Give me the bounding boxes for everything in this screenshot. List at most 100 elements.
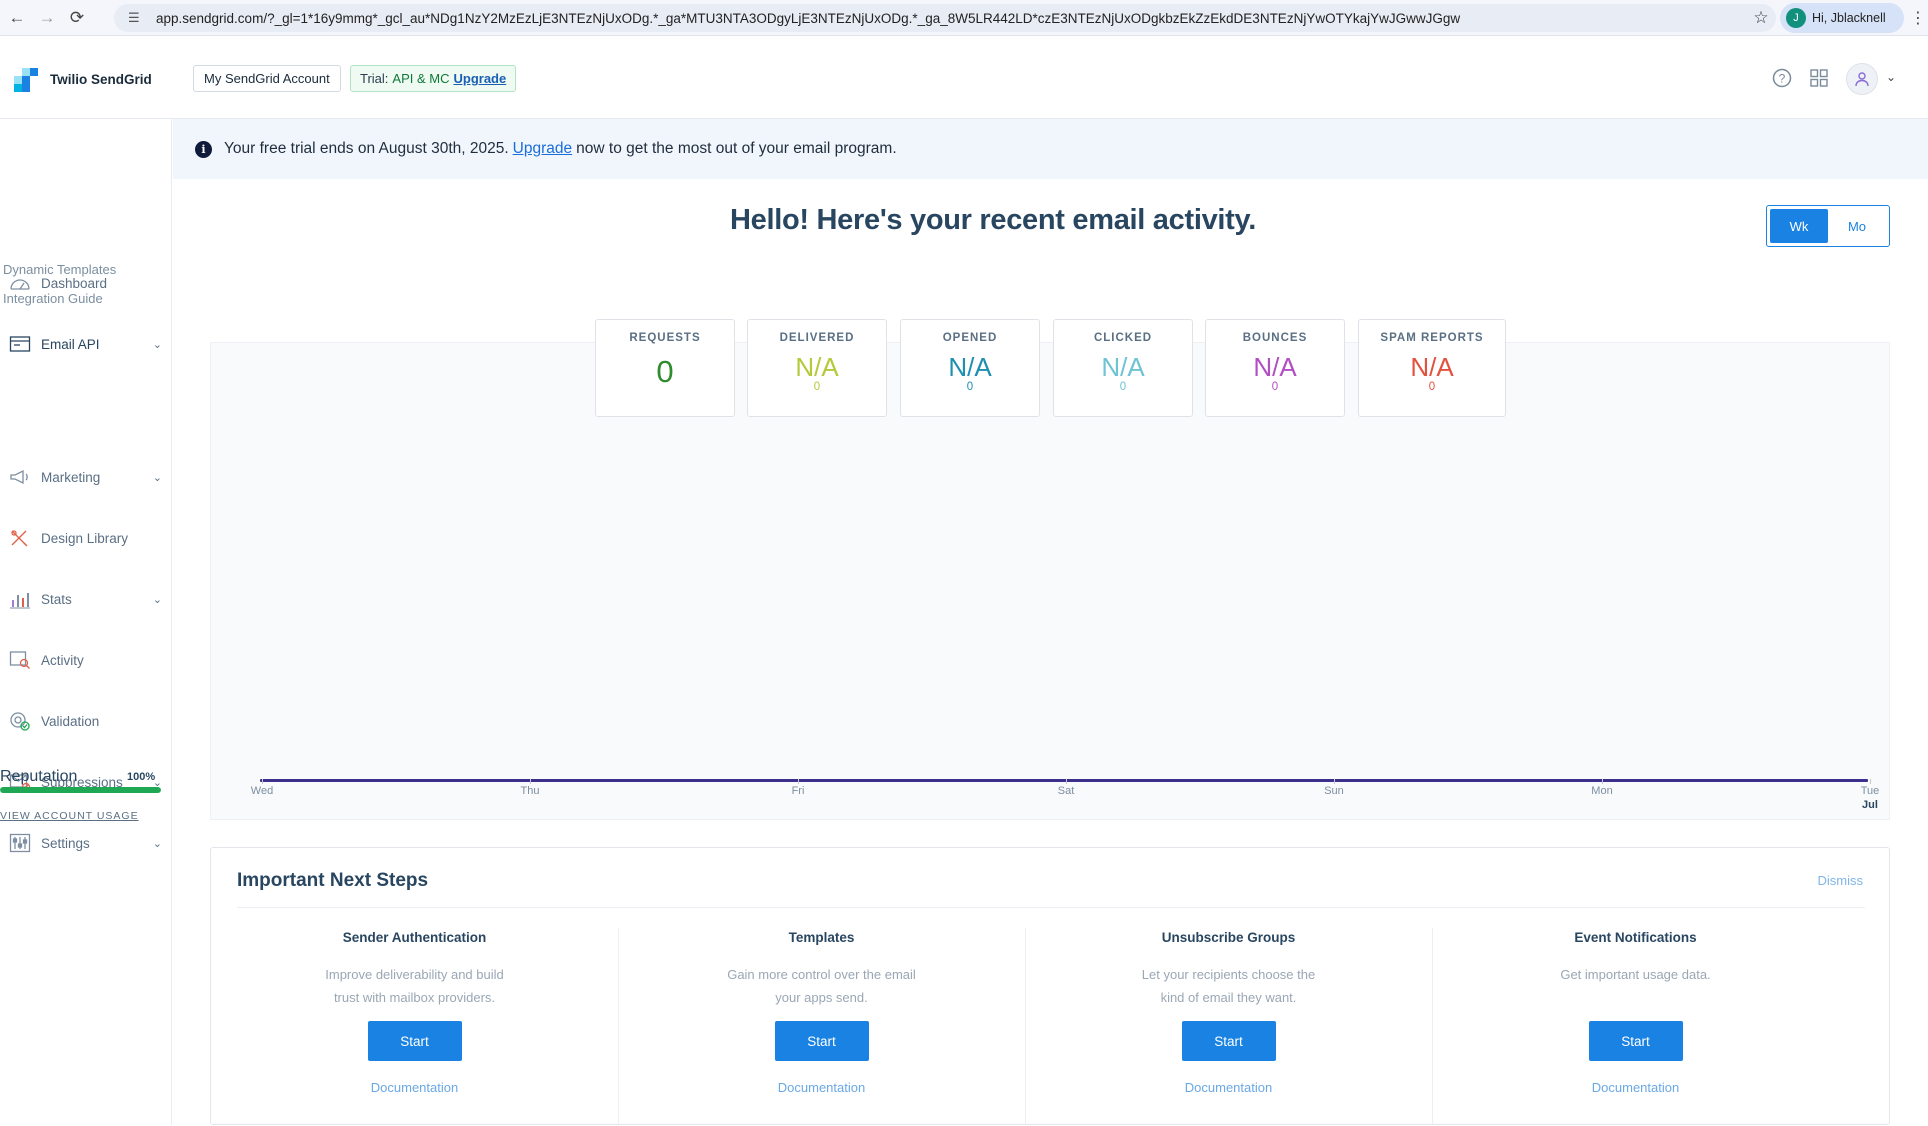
trial-banner: i Your free trial ends on August 30th, 2… — [173, 119, 1928, 179]
chevron-down-icon: ⌄ — [152, 338, 162, 351]
x-tick-label: Sun — [1324, 785, 1344, 797]
forward-arrow-icon[interactable]: → — [34, 5, 60, 31]
step-description: Let your recipients choose the kind of e… — [1141, 967, 1316, 1005]
x-tick-mark — [530, 779, 531, 784]
profile-label: Hi, Jblacknell — [1812, 11, 1886, 25]
settings-sliders-icon — [8, 833, 32, 853]
user-avatar-button[interactable] — [1846, 63, 1878, 95]
sidebar-item-label: Marketing — [41, 469, 101, 485]
app-grid-icon[interactable] — [1807, 66, 1831, 90]
step-title: Event Notifications — [1574, 930, 1697, 945]
sidebar-item-label: Email API — [41, 336, 100, 352]
metric-card-spam-reports[interactable]: SPAM REPORTS N/A 0 — [1358, 319, 1506, 417]
x-tick-label: Tue — [1860, 785, 1880, 797]
metric-value: N/A — [948, 352, 992, 382]
column-divider — [618, 928, 619, 1124]
metric-value: N/A — [1101, 352, 1145, 382]
reputation-bar-fill — [0, 787, 161, 793]
sidebar-subitem-integration-guide[interactable]: Integration Guide — [3, 291, 103, 306]
bookmark-star-icon[interactable]: ☆ — [1746, 8, 1776, 28]
metric-label: BOUNCES — [1242, 332, 1308, 344]
step-title: Templates — [788, 930, 855, 945]
sidebar-item-settings[interactable]: Settings ⌄ — [0, 823, 172, 863]
start-button[interactable]: Start — [367, 1021, 462, 1061]
address-bar[interactable]: ☰ app.sendgrid.com/?_gl=1*16y9mmg*_gcl_a… — [114, 4, 1776, 32]
metric-label: OPENED — [942, 332, 998, 344]
x-tick-mark — [1870, 779, 1871, 784]
sidebar-item-label: Stats — [41, 591, 72, 607]
sidebar-item-stats[interactable]: Stats ⌄ — [0, 579, 172, 619]
sidebar-item-validation[interactable]: Validation — [0, 701, 172, 741]
stats-chart-icon — [8, 589, 32, 609]
svg-text:?: ? — [1779, 72, 1786, 86]
dismiss-link[interactable]: Dismiss — [1818, 873, 1864, 888]
back-arrow-icon[interactable]: ← — [4, 5, 30, 31]
help-icon[interactable]: ? — [1770, 66, 1794, 90]
metric-card-opened[interactable]: OPENED N/A 0 — [900, 319, 1040, 417]
step-description: Get important usage data. — [1560, 967, 1711, 982]
url-text[interactable]: app.sendgrid.com/?_gl=1*16y9mmg*_gcl_au*… — [156, 11, 1746, 26]
megaphone-icon — [8, 467, 32, 487]
view-account-usage-link[interactable]: VIEW ACCOUNT USAGE — [0, 810, 139, 822]
toggle-week-button[interactable]: Wk — [1770, 209, 1828, 243]
metric-count: 0 — [1428, 381, 1436, 393]
sidebar-item-marketing[interactable]: Marketing ⌄ — [0, 457, 172, 497]
reload-icon[interactable]: ⟳ — [64, 5, 90, 31]
banner-upgrade-link[interactable]: Upgrade — [513, 140, 572, 158]
step-title: Unsubscribe Groups — [1161, 930, 1296, 945]
sidebar-item-label: Validation — [41, 713, 100, 729]
sidebar: Dashboard Email API ⌄ Dynamic Templates … — [0, 119, 172, 1125]
metric-value: N/A — [1410, 352, 1454, 382]
sidebar-subitem-dynamic-templates[interactable]: Dynamic Templates — [3, 262, 116, 277]
metric-count: 0 — [1119, 381, 1127, 393]
page-title: Hello! Here's your recent email activity… — [730, 204, 1256, 236]
period-toggle: Wk Mo — [1766, 205, 1890, 247]
trial-badge: Trial: API & MC Upgrade — [350, 65, 517, 92]
browser-menu-icon[interactable]: ⋮ — [1910, 8, 1926, 28]
column-divider — [1025, 928, 1026, 1124]
metric-label: DELIVERED — [779, 332, 855, 344]
site-info-icon[interactable]: ☰ — [128, 10, 146, 26]
design-tools-icon — [8, 528, 32, 548]
metric-card-clicked[interactable]: CLICKED N/A 0 — [1053, 319, 1193, 417]
main-content: i Your free trial ends on August 30th, 2… — [173, 119, 1928, 1125]
start-button[interactable]: Start — [774, 1021, 869, 1061]
chevron-down-icon: ⌄ — [152, 837, 162, 850]
metric-card-bounces[interactable]: BOUNCES N/A 0 — [1205, 319, 1345, 417]
email-api-icon — [8, 334, 32, 354]
documentation-link[interactable]: Documentation — [211, 1080, 618, 1095]
trial-prefix: Trial: — [360, 71, 389, 86]
toggle-month-button[interactable]: Mo — [1828, 209, 1886, 243]
sidebar-item-email-api[interactable]: Email API ⌄ — [0, 324, 172, 364]
activity-chart-area — [210, 342, 1890, 820]
metric-card-delivered[interactable]: DELIVERED N/A 0 — [747, 319, 887, 417]
chart-series-line — [260, 779, 1868, 782]
sidebar-item-label: Activity — [41, 652, 84, 668]
browser-profile-chip[interactable]: J Hi, Jblacknell — [1780, 3, 1904, 33]
reputation-bar — [0, 787, 161, 793]
sidebar-item-label: Design Library — [41, 530, 129, 546]
app-header: Twilio SendGrid My SendGrid Account Tria… — [0, 36, 1928, 119]
x-axis-month-label: Jul — [1862, 799, 1878, 811]
user-menu-chevron-icon[interactable]: ⌄ — [1886, 70, 1896, 84]
x-tick-label: Wed — [250, 785, 274, 797]
metric-card-requests[interactable]: REQUESTS 0 — [595, 319, 735, 417]
x-tick-label: Fri — [791, 785, 805, 797]
sidebar-item-activity[interactable]: Activity — [0, 640, 172, 680]
documentation-link[interactable]: Documentation — [1432, 1080, 1839, 1095]
sidebar-item-design-library[interactable]: Design Library — [0, 518, 172, 558]
sidebar-item-label: Settings — [41, 835, 90, 851]
start-button[interactable]: Start — [1588, 1021, 1683, 1061]
metric-label: SPAM REPORTS — [1380, 332, 1484, 344]
reputation-label: Reputation — [0, 768, 78, 785]
metric-count: 0 — [1271, 381, 1279, 393]
my-account-button[interactable]: My SendGrid Account — [193, 65, 341, 92]
step-description: Gain more control over the email your ap… — [727, 967, 916, 1005]
documentation-link[interactable]: Documentation — [618, 1080, 1025, 1095]
start-button[interactable]: Start — [1181, 1021, 1276, 1061]
reputation-percent: 100% — [127, 771, 156, 783]
profile-avatar: J — [1786, 8, 1806, 28]
trial-upgrade-link[interactable]: Upgrade — [453, 71, 506, 86]
documentation-link[interactable]: Documentation — [1025, 1080, 1432, 1095]
sendgrid-logo-icon[interactable] — [14, 68, 38, 92]
